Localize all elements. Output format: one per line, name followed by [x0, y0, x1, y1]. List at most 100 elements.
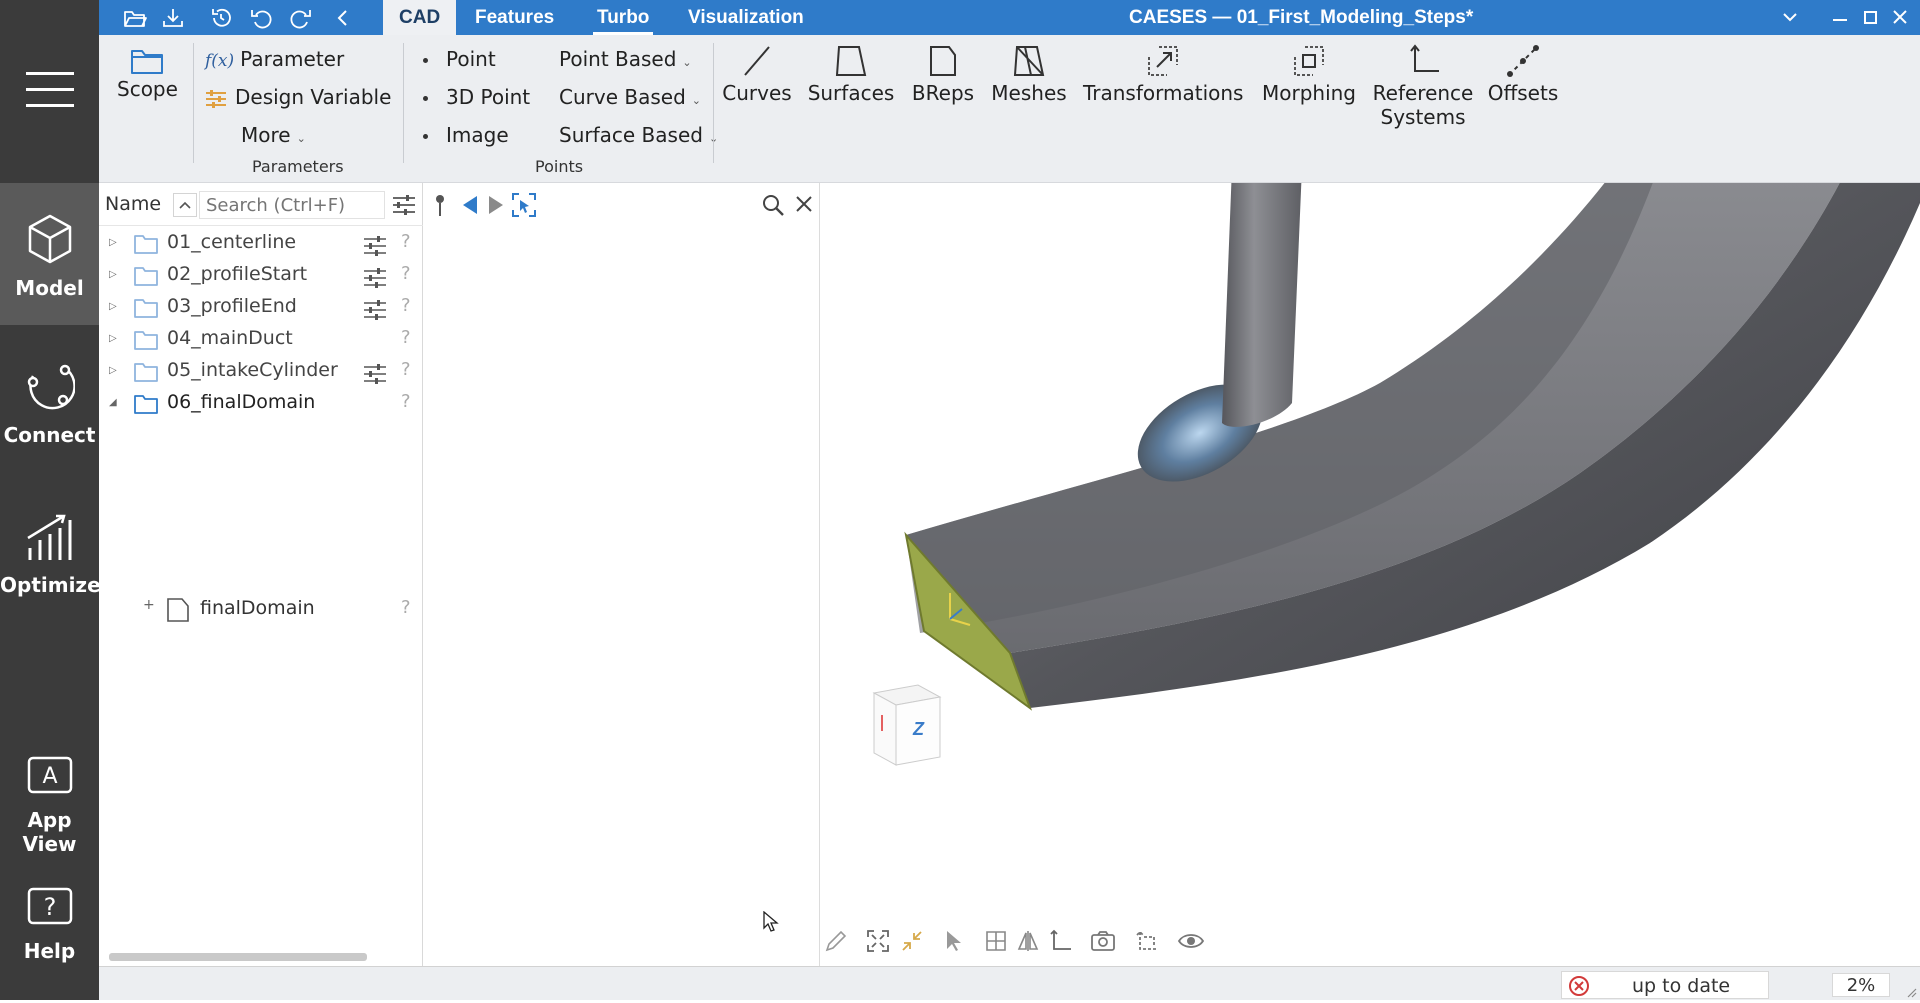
nav-model[interactable]: Model [0, 183, 99, 325]
close-icon[interactable] [1889, 6, 1911, 28]
tree-row[interactable]: ▷ 05_intakeCylinder? [99, 355, 423, 387]
nav-connect[interactable]: Connect [0, 360, 99, 460]
parameters-icon[interactable] [363, 363, 387, 390]
help-question-icon[interactable]: ? [401, 327, 411, 348]
horizontal-scrollbar[interactable] [109, 953, 367, 961]
fit-all-icon[interactable] [866, 929, 890, 958]
tree-row[interactable]: ▷ 01_centerline? [99, 227, 423, 259]
name-column-header[interactable]: Name [105, 193, 161, 215]
offsets-button[interactable]: Offsets [1485, 43, 1561, 105]
status-bar: up to date 2% [99, 966, 1920, 1000]
measure-axes-icon[interactable] [1134, 929, 1160, 958]
cube-icon [28, 214, 71, 264]
3d-point-button[interactable]: 3D Point [423, 85, 530, 109]
tree-child-final-domain[interactable]: + finalDomain ? [99, 593, 423, 625]
sort-toggle-icon[interactable] [173, 193, 197, 217]
breps-button[interactable]: BReps [907, 43, 979, 105]
collapsed-arrow-icon[interactable]: ▷ [109, 365, 117, 376]
image-button[interactable]: Image [423, 123, 509, 147]
axes-toggle-icon[interactable] [1048, 929, 1072, 958]
nav-optimize[interactable]: Optimize [0, 512, 101, 612]
tab-turbo[interactable]: Turbo [581, 0, 665, 35]
transformations-label: Transformations [1083, 81, 1244, 105]
progress-percent: 2% [1832, 973, 1890, 997]
expanded-arrow-icon[interactable]: ◢ [109, 397, 117, 408]
transformations-button[interactable]: Transformations [1083, 43, 1243, 105]
resize-grip-icon[interactable] [1905, 985, 1917, 1003]
view-cube[interactable]: Z [862, 679, 952, 769]
3d-viewport[interactable]: Z [820, 183, 1920, 966]
help-question-icon[interactable]: ? [401, 263, 411, 284]
tree-row[interactable]: ▷ 04_mainDuct? [99, 323, 423, 355]
tree-row[interactable]: ▷ 03_profileEnd? [99, 291, 423, 323]
back-arrow-icon[interactable] [461, 194, 479, 221]
collapsed-arrow-icon[interactable]: ▷ [109, 269, 117, 280]
tree-row[interactable]: ▷ 02_profileStart? [99, 259, 423, 291]
offsets-label: Offsets [1487, 81, 1559, 105]
tab-visualization[interactable]: Visualization [672, 0, 820, 35]
mirror-icon[interactable] [1016, 929, 1040, 958]
save-download-icon[interactable] [159, 4, 187, 32]
parameters-icon[interactable] [363, 267, 387, 294]
redo-icon[interactable] [287, 4, 315, 32]
curve-based-dropdown[interactable]: Curve Based ⌄ [559, 85, 701, 109]
close-panel-icon[interactable] [795, 195, 813, 218]
undo-icon[interactable] [247, 4, 275, 32]
history-icon[interactable] [207, 4, 235, 32]
collapsed-arrow-icon[interactable]: ▷ [109, 301, 117, 312]
select-pointer-icon[interactable] [944, 929, 964, 958]
help-question-icon[interactable]: ? [401, 391, 411, 412]
camera-icon[interactable] [1090, 929, 1116, 958]
select-target-icon[interactable] [511, 192, 537, 223]
tab-cad[interactable]: CAD [383, 0, 457, 35]
parameters-icon[interactable] [363, 299, 387, 326]
shrink-view-icon[interactable] [900, 929, 924, 958]
tree-row[interactable]: ◢ 06_finalDomain? [99, 387, 423, 419]
parameter-button[interactable]: f(x) Parameter [205, 47, 344, 71]
point-based-dropdown[interactable]: Point Based ⌄ [559, 47, 692, 71]
reference-systems-label-1: Reference [1372, 81, 1474, 105]
expand-plus-icon[interactable]: + [143, 597, 155, 613]
reference-systems-button[interactable]: Reference Systems [1371, 43, 1475, 129]
scope-button[interactable]: Scope [117, 47, 178, 101]
curves-label: Curves [722, 81, 792, 105]
viewport-toolbar [820, 923, 1320, 959]
visibility-eye-icon[interactable] [1177, 931, 1205, 956]
more-dropdown[interactable]: More ⌄ [241, 123, 306, 147]
tree-header: Name [99, 183, 423, 226]
collapsed-arrow-icon[interactable]: ▷ [109, 237, 117, 248]
curves-button[interactable]: Curves [719, 43, 795, 105]
help-question-icon[interactable]: ? [401, 359, 411, 380]
chevron-left-icon[interactable] [329, 4, 357, 32]
meshes-button[interactable]: Meshes [989, 43, 1069, 105]
forward-arrow-icon[interactable] [487, 194, 505, 221]
morphing-button[interactable]: Morphing [1257, 43, 1361, 105]
pin-icon[interactable] [433, 194, 447, 223]
search-icon[interactable] [761, 193, 785, 222]
maximize-icon[interactable] [1859, 6, 1881, 28]
transform-icon [1148, 46, 1178, 76]
help-question-icon[interactable]: ? [401, 231, 411, 252]
nav-app-view[interactable]: A App View [0, 755, 99, 856]
tree-child-label: finalDomain [200, 597, 315, 619]
hamburger-menu-icon[interactable] [26, 72, 74, 110]
search-input[interactable] [199, 191, 385, 219]
minimize-icon[interactable] [1829, 6, 1851, 28]
filter-settings-icon[interactable] [391, 193, 417, 222]
tab-features[interactable]: Features [459, 0, 570, 35]
surfaces-button[interactable]: Surfaces [805, 43, 897, 105]
grid-plane-icon[interactable] [984, 929, 1008, 958]
help-question-icon[interactable]: ? [401, 295, 411, 316]
open-folder-icon[interactable] [121, 4, 149, 32]
nav-help[interactable]: ? Help [0, 886, 99, 986]
surface-based-dropdown[interactable]: Surface Based⌄ [559, 123, 718, 147]
collapsed-arrow-icon[interactable]: ▷ [109, 333, 117, 344]
chevron-down-icon[interactable] [1779, 6, 1801, 28]
brep-icon [930, 46, 956, 76]
status-indicator[interactable]: up to date [1561, 971, 1769, 999]
design-variable-button[interactable]: Design Variable [205, 85, 391, 109]
help-question-icon[interactable]: ? [401, 597, 411, 618]
pencil-icon[interactable] [824, 929, 848, 958]
point-button[interactable]: Point [423, 47, 496, 71]
parameters-icon[interactable] [363, 235, 387, 262]
